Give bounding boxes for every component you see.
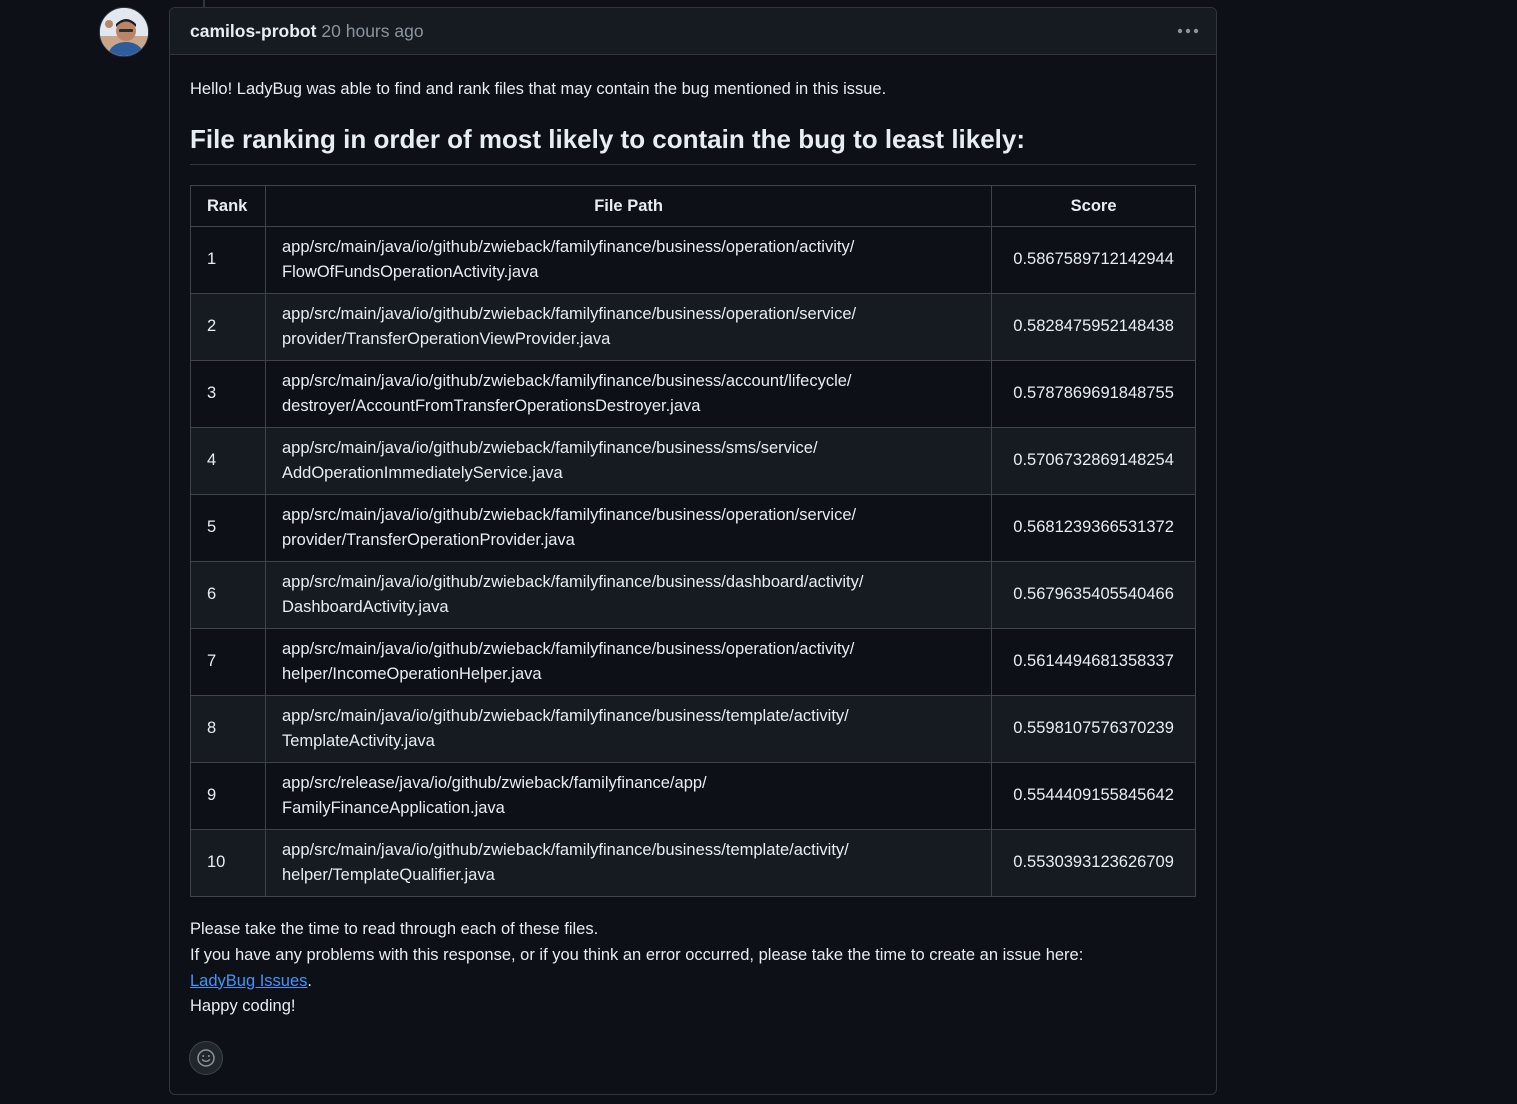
rank-cell: 2	[190, 293, 266, 361]
path-line-1: app/src/main/java/io/github/zwieback/fam…	[281, 304, 857, 323]
ladybug-issues-link[interactable]: LadyBug Issues	[190, 972, 307, 990]
outro-text: Please take the time to read through eac…	[190, 917, 1196, 1020]
path-cell: app/src/main/java/io/github/zwieback/fam…	[264, 427, 993, 495]
path-cell: app/src/main/java/io/github/zwieback/fam…	[264, 561, 993, 629]
table-row: 8 app/src/main/java/io/github/zwieback/f…	[190, 695, 1196, 763]
table-row: 10 app/src/main/java/io/github/zwieback/…	[190, 829, 1196, 897]
path-line-2: helper/IncomeOperationHelper.java	[281, 665, 542, 683]
path-line-2: FlowOfFundsOperationActivity.java	[281, 263, 539, 281]
table-row: 6 app/src/main/java/io/github/zwieback/f…	[190, 561, 1196, 629]
score-cell: 0.5598107576370239	[991, 695, 1196, 763]
outro-line-4: Happy coding!	[190, 997, 296, 1016]
ranking-table: Rank File Path Score 1 app/src/main/java…	[190, 185, 1196, 897]
path-line-1: app/src/main/java/io/github/zwieback/fam…	[281, 572, 864, 591]
header-file-path: File Path	[264, 185, 993, 227]
table-row: 5 app/src/main/java/io/github/zwieback/f…	[190, 494, 1196, 562]
score-cell: 0.5681239366531372	[991, 494, 1196, 562]
score-cell: 0.5530393123626709	[991, 829, 1196, 897]
path-line-1: app/src/main/java/io/github/zwieback/fam…	[281, 840, 849, 859]
score-cell: 0.5614494681358337	[991, 628, 1196, 696]
table-header-row: Rank File Path Score	[190, 185, 1196, 227]
path-cell: app/src/main/java/io/github/zwieback/fam…	[264, 494, 993, 562]
rank-cell: 1	[190, 226, 266, 294]
table-row: 4 app/src/main/java/io/github/zwieback/f…	[190, 427, 1196, 495]
score-cell: 0.5787869691848755	[991, 360, 1196, 428]
rank-cell: 6	[190, 561, 266, 629]
header-rank: Rank	[190, 185, 266, 227]
path-line-2: TemplateActivity.java	[281, 732, 435, 750]
path-cell: app/src/main/java/io/github/zwieback/fam…	[264, 226, 993, 294]
path-cell: app/src/main/java/io/github/zwieback/fam…	[264, 829, 993, 897]
table-row: 9 app/src/release/java/io/github/zwiebac…	[190, 762, 1196, 830]
comment-header: camilos-probot 20 hours ago	[170, 8, 1216, 55]
table-row: 2 app/src/main/java/io/github/zwieback/f…	[190, 293, 1196, 361]
smiley-icon	[197, 1049, 215, 1067]
link-suffix: .	[307, 971, 313, 990]
rank-cell: 10	[190, 829, 266, 897]
path-cell: app/src/main/java/io/github/zwieback/fam…	[264, 628, 993, 696]
path-line-1: app/src/main/java/io/github/zwieback/fam…	[281, 505, 857, 524]
avatar[interactable]	[99, 7, 149, 57]
path-line-1: app/src/main/java/io/github/zwieback/fam…	[281, 706, 849, 725]
rank-cell: 9	[190, 762, 266, 830]
kebab-horizontal-icon[interactable]	[1176, 22, 1200, 40]
outro-line-2: If you have any problems with this respo…	[190, 945, 1084, 964]
path-line-2: provider/TransferOperationViewProvider.j…	[281, 330, 611, 348]
path-line-2: DashboardActivity.java	[281, 598, 449, 616]
path-line-2: FamilyFinanceApplication.java	[281, 799, 505, 817]
comment-author[interactable]: camilos-probot	[190, 21, 316, 42]
path-cell: app/src/release/java/io/github/zwieback/…	[264, 762, 993, 830]
outro-link-line: LadyBug Issues.	[190, 969, 1196, 995]
path-line-1: app/src/main/java/io/github/zwieback/fam…	[281, 438, 818, 457]
path-line-2: destroyer/AccountFromTransferOperationsD…	[281, 397, 701, 415]
score-cell: 0.5679635405540466	[991, 561, 1196, 629]
table-row: 3 app/src/main/java/io/github/zwieback/f…	[190, 360, 1196, 428]
path-cell: app/src/main/java/io/github/zwieback/fam…	[264, 293, 993, 361]
path-line-1: app/src/release/java/io/github/zwieback/…	[281, 773, 707, 792]
score-cell: 0.5706732869148254	[991, 427, 1196, 495]
avatar-image	[100, 8, 148, 56]
comment-timestamp[interactable]: 20 hours ago	[321, 21, 423, 42]
table-row: 7 app/src/main/java/io/github/zwieback/f…	[190, 628, 1196, 696]
rank-cell: 3	[190, 360, 266, 428]
path-line-1: app/src/main/java/io/github/zwieback/fam…	[281, 237, 855, 256]
comment-body: Hello! LadyBug was able to find and rank…	[170, 55, 1216, 1020]
intro-text: Hello! LadyBug was able to find and rank…	[190, 80, 887, 98]
outro-line-1: Please take the time to read through eac…	[190, 920, 599, 938]
add-reaction-button[interactable]	[189, 1041, 223, 1075]
path-line-2: helper/TemplateQualifier.java	[281, 866, 495, 884]
path-line-2: provider/TransferOperationProvider.java	[281, 531, 575, 549]
ranking-heading: File ranking in order of most likely to …	[190, 121, 1196, 165]
table-row: 1 app/src/main/java/io/github/zwieback/f…	[190, 226, 1196, 294]
header-score: Score	[991, 185, 1196, 227]
score-cell: 0.5867589712142944	[991, 226, 1196, 294]
rank-cell: 5	[190, 494, 266, 562]
path-cell: app/src/main/java/io/github/zwieback/fam…	[264, 360, 993, 428]
rank-cell: 4	[190, 427, 266, 495]
path-line-1: app/src/main/java/io/github/zwieback/fam…	[281, 639, 855, 658]
path-line-1: app/src/main/java/io/github/zwieback/fam…	[281, 371, 852, 390]
score-cell: 0.5828475952148438	[991, 293, 1196, 361]
path-cell: app/src/main/java/io/github/zwieback/fam…	[264, 695, 993, 763]
issue-comment: camilos-probot 20 hours ago Hello! LadyB…	[169, 7, 1217, 1095]
score-cell: 0.5544409155845642	[991, 762, 1196, 830]
path-line-2: AddOperationImmediatelyService.java	[281, 464, 563, 482]
rank-cell: 8	[190, 695, 266, 763]
rank-cell: 7	[190, 628, 266, 696]
